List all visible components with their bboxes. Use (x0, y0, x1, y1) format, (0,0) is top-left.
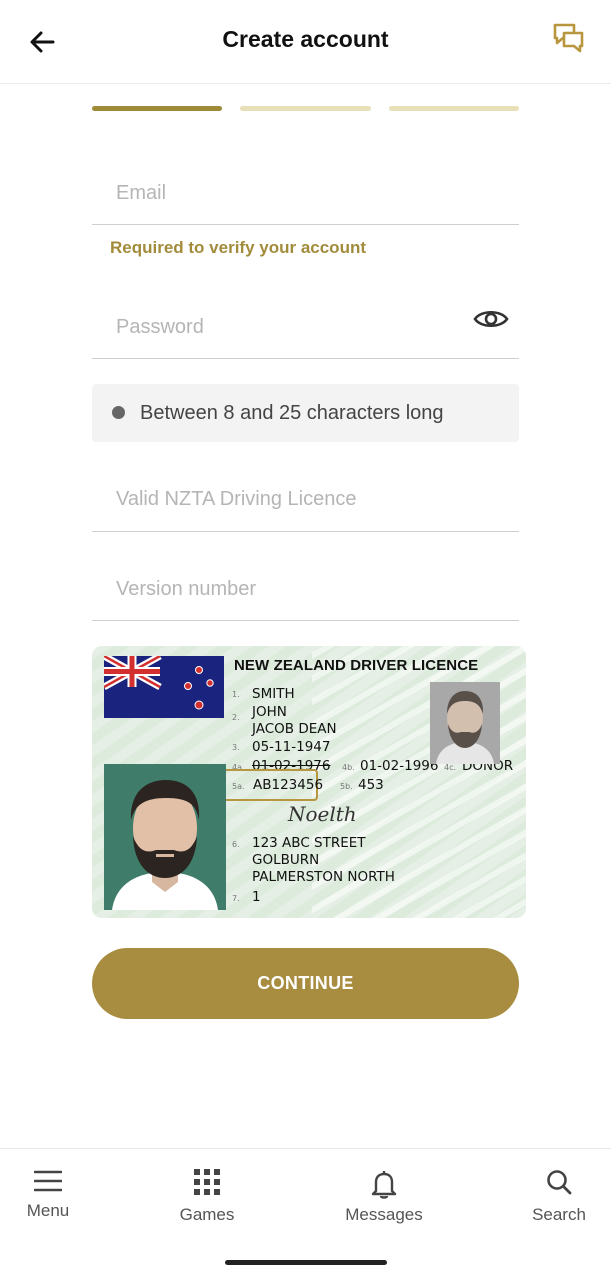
progress-step-2 (240, 106, 371, 111)
nav-item-menu[interactable]: Menu (0, 1169, 98, 1221)
card-address-1: 123 ABC STREET (252, 835, 366, 851)
nav-label-search: Search (532, 1205, 586, 1224)
nav-item-search[interactable]: Search (509, 1169, 609, 1225)
bottom-nav: Menu Games Messages Search (0, 1148, 611, 1244)
nav-label-games: Games (179, 1205, 235, 1224)
nav-item-messages[interactable]: Messages (334, 1169, 434, 1225)
field-number-6: 6. (232, 840, 240, 849)
licence-photo-ghost (430, 682, 500, 764)
licence-placeholder: Valid NZTA Driving Licence (116, 488, 357, 510)
card-dob: 05-11-1947 (252, 739, 331, 755)
card-version-number: 453 (358, 777, 384, 793)
chat-bubbles-icon (553, 23, 584, 53)
field-number-1: 1. (232, 690, 240, 699)
search-icon (547, 1170, 572, 1195)
chat-button[interactable] (549, 18, 589, 58)
card-surname: SMITH (252, 686, 295, 702)
bell-icon (371, 1171, 397, 1199)
card-class: 1 (252, 889, 261, 905)
email-field[interactable]: Email (92, 160, 519, 225)
grid-icon (194, 1169, 220, 1195)
rule-text: Between 8 and 25 characters long (140, 402, 444, 424)
email-hint: Required to verify your account (110, 238, 366, 257)
hamburger-icon (34, 1170, 62, 1192)
nz-flag-icon (104, 656, 224, 718)
app-header: Create account (0, 0, 611, 84)
card-signature: Noelth (288, 802, 357, 826)
home-indicator (225, 1260, 387, 1265)
field-number-3: 3. (232, 743, 240, 752)
card-licence-number: AB123456 (253, 777, 324, 793)
continue-button[interactable]: CONTINUE (92, 948, 519, 1019)
card-given-name-2: JACOB DEAN (252, 721, 337, 737)
password-placeholder: Password (116, 316, 204, 338)
field-number-4c: 4c. (444, 763, 457, 772)
password-rule: Between 8 and 25 characters long (92, 384, 519, 442)
nav-label-messages: Messages (345, 1205, 423, 1224)
field-number-2: 2. (232, 713, 240, 722)
card-title: NEW ZEALAND DRIVER LICENCE (234, 657, 479, 674)
version-number-field[interactable]: Version number (92, 556, 519, 621)
licence-card-example: NEW ZEALAND DRIVER LICENCE 1. SMITH 2. J… (92, 646, 526, 918)
licence-number-field[interactable]: Valid NZTA Driving Licence (92, 466, 519, 532)
card-address-3: PALMERSTON NORTH (252, 869, 395, 885)
nav-label-menu: Menu (26, 1201, 70, 1220)
field-number-5b: 5b. (340, 782, 353, 791)
step-progress (92, 106, 519, 112)
eye-icon[interactable] (473, 307, 509, 331)
field-number-4b: 4b. (342, 763, 355, 772)
field-number-7: 7. (232, 894, 240, 903)
progress-step-3 (388, 106, 519, 111)
licence-photo (104, 764, 226, 910)
progress-step-1 (92, 106, 223, 111)
field-number-5a: 5a. (232, 782, 245, 791)
card-given-name-1: JOHN (252, 704, 287, 720)
password-field[interactable]: Password (92, 294, 519, 359)
nav-item-games[interactable]: Games (157, 1169, 257, 1225)
rule-bullet (112, 406, 125, 419)
card-expiry-date: 01-02-1996 (360, 758, 439, 774)
card-address-2: GOLBURN (252, 852, 320, 868)
page-title: Create account (222, 26, 389, 52)
email-placeholder: Email (116, 182, 167, 204)
version-placeholder: Version number (116, 578, 257, 600)
